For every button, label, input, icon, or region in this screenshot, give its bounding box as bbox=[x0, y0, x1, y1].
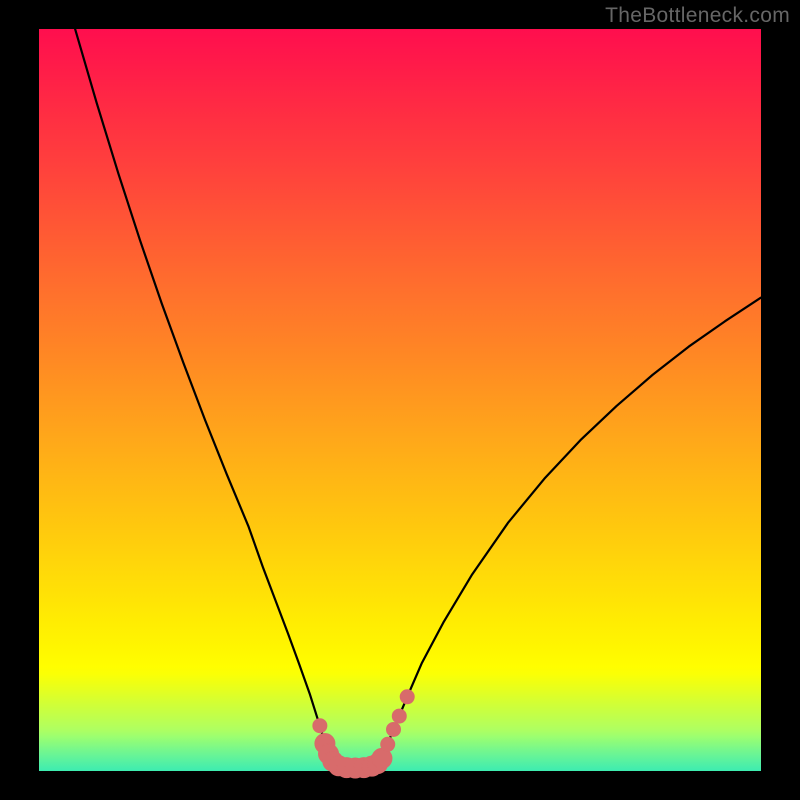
chart-stage: TheBottleneck.com bbox=[0, 0, 800, 800]
bottleneck-plot bbox=[0, 0, 800, 800]
data-marker bbox=[313, 719, 327, 733]
data-marker bbox=[381, 737, 395, 751]
plot-background bbox=[39, 29, 761, 771]
data-marker bbox=[400, 690, 414, 704]
data-marker bbox=[392, 709, 406, 723]
data-marker bbox=[387, 722, 401, 736]
